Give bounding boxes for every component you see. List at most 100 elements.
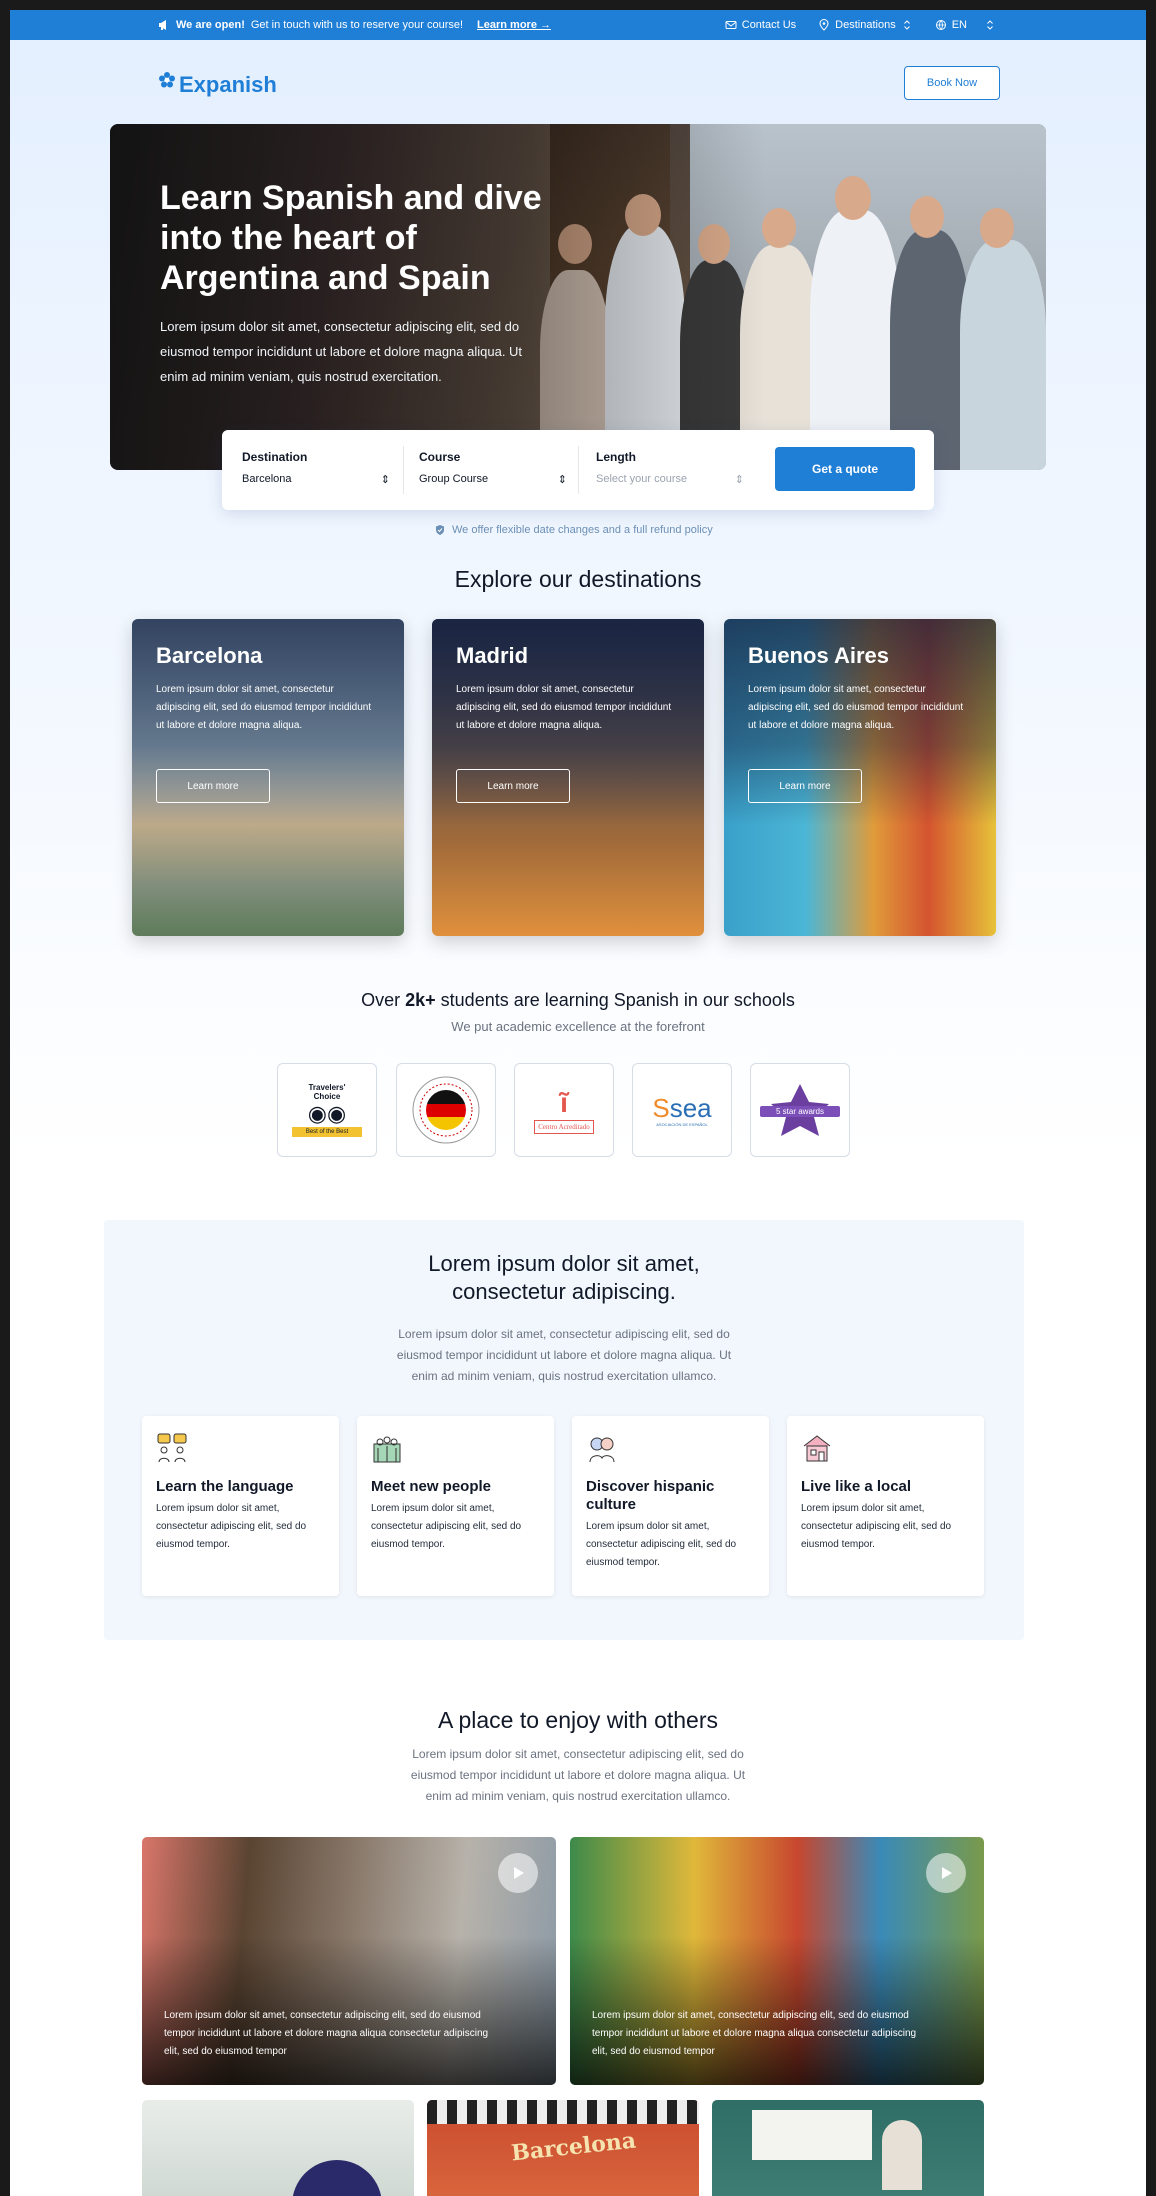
length-label: Length [596, 450, 636, 464]
course-select[interactable]: Course Group Course ⇕ [419, 450, 579, 486]
destination-name: Madrid [456, 643, 529, 668]
feature-title: Live like a local [801, 1478, 912, 1495]
destination-description: Lorem ipsum dolor sit amet, consectetur … [456, 684, 672, 731]
destination-name: Barcelona [156, 643, 263, 668]
feature-card-culture: Discover hispanic culture Lorem ipsum do… [572, 1416, 769, 1596]
badge-ribbon: Best of the Best [292, 1127, 362, 1137]
destination-card-buenos-aires[interactable]: Buenos Aires Lorem ipsum dolor sit amet,… [724, 619, 996, 936]
feature-title: Meet new people [371, 1478, 492, 1495]
brand-name: Expanish [179, 72, 277, 97]
hero-banner: Learn Spanish and dive into the heart of… [110, 124, 1046, 470]
destination-value: Barcelona ⇕ [242, 473, 402, 486]
brand-logo[interactable]: Expanish [158, 66, 277, 98]
flower-logo-icon [158, 69, 176, 95]
students-post: students are learning Spanish in our sch… [435, 990, 795, 1010]
announcement-learn-more-link[interactable]: Learn more → [477, 19, 551, 31]
features-lead: Lorem ipsum dolor sit amet, consectetur … [104, 1324, 1024, 1387]
enjoy-lead-line: Lorem ipsum dolor sit amet, consectetur … [412, 1747, 744, 1761]
destination-card-madrid[interactable]: Madrid Lorem ipsum dolor sit amet, conse… [432, 619, 704, 936]
get-a-quote-button[interactable]: Get a quote [775, 447, 915, 491]
features-section: Lorem ipsum dolor sit amet, consectetur … [104, 1220, 1024, 1640]
classroom-person [882, 2120, 922, 2190]
features-title-line1: Lorem ipsum dolor sit amet, [428, 1251, 700, 1276]
enjoy-lead-line: eiusmod tempor incididunt ut labore et d… [410, 1768, 746, 1782]
cervantes-label: Centro Acreditado [534, 1120, 594, 1134]
contact-us-link[interactable]: Contact Us [725, 19, 796, 31]
announcement-bar: We are open! Get in touch with us to res… [10, 10, 1146, 40]
destinations-dropdown[interactable]: Destinations [818, 19, 913, 31]
announcement-bold: We are open! [176, 19, 245, 31]
sea-text: sea [669, 1092, 712, 1123]
feature-title: Learn the language [156, 1478, 294, 1495]
features-lead-line: eiusmod tempor incididunt ut labore et d… [396, 1348, 732, 1362]
hero-title: Learn Spanish and dive into the heart of… [160, 179, 542, 297]
enjoy-title: A place to enjoy with others [438, 1707, 718, 1733]
location-pin-icon [818, 19, 830, 31]
sea-subtitle: ASOCIACIÓN DE ESPAÑOL [656, 1121, 708, 1127]
globe-icon [935, 19, 947, 31]
star-awards-badge: 5 star awards [750, 1063, 850, 1157]
feature-card-language: Learn the language Lorem ipsum dolor sit… [142, 1416, 339, 1596]
destination-card-barcelona[interactable]: Barcelona Lorem ipsum dolor sit amet, co… [132, 619, 404, 936]
language-dropdown[interactable]: EN [935, 19, 996, 31]
german-flag-seal-icon [412, 1076, 480, 1144]
chevron-updown-icon [984, 19, 996, 31]
gallery-photo-classroom[interactable] [712, 2100, 984, 2196]
play-icon [942, 1867, 952, 1879]
divider [578, 446, 579, 494]
sea-badge: Ssea ASOCIACIÓN DE ESPAÑOL [632, 1063, 732, 1157]
play-button[interactable] [926, 1853, 966, 1893]
destinations-label: Destinations [835, 19, 896, 31]
feature-text: Lorem ipsum dolor sit amet, consectetur … [801, 1503, 952, 1550]
features-lead-line: Lorem ipsum dolor sit amet, consectetur … [398, 1327, 730, 1341]
mail-icon [725, 19, 737, 31]
gallery-photo-barcelona-sign[interactable]: Barcelona [427, 2100, 699, 2196]
students-heading: Over 2k+ students are learning Spanish i… [10, 990, 1146, 1011]
length-select[interactable]: Length Select your course ⇕ [596, 450, 756, 486]
badge-line2: Choice [313, 1092, 341, 1101]
hero-description: Lorem ipsum dolor sit amet, consectetur … [160, 319, 523, 384]
german-seal-badge [396, 1063, 496, 1157]
refund-policy-text: We offer flexible date changes and a ful… [452, 524, 713, 536]
cervantes-logo-icon: ĩ [560, 1087, 568, 1118]
learn-more-button[interactable]: Learn more [156, 769, 270, 803]
course-search-box: Destination Barcelona ⇕ Course Group Cour… [222, 430, 934, 510]
video-card-caminito[interactable]: Lorem ipsum dolor sit amet, consectetur … [570, 1837, 984, 2085]
house-icon [803, 1435, 831, 1462]
students-subtitle: We put academic excellence at the forefr… [451, 1019, 705, 1034]
divider [403, 446, 404, 494]
video-card-group-street[interactable]: Lorem ipsum dolor sit amet, consectetur … [142, 1837, 556, 2085]
gallery-photo-lounge[interactable] [142, 2100, 414, 2196]
feature-card-local: Live like a local Lorem ipsum dolor sit … [787, 1416, 984, 1596]
course-label: Course [419, 450, 461, 464]
students-count: 2k+ [405, 990, 436, 1010]
language-label: EN [951, 19, 967, 31]
chevron-updown-icon: ⇕ [380, 474, 390, 486]
learn-more-button[interactable]: Learn more [748, 769, 862, 803]
refund-policy-note: We offer flexible date changes and a ful… [434, 524, 713, 536]
learn-more-button[interactable]: Learn more [456, 769, 570, 803]
chevron-updown-icon: ⇕ [557, 474, 567, 486]
chevron-updown-icon [901, 19, 913, 31]
video-caption: Lorem ipsum dolor sit amet, consectetur … [164, 2010, 489, 2057]
lounge-decor [292, 2160, 382, 2196]
page: We are open! Get in touch with us to res… [10, 10, 1146, 2196]
destination-description: Lorem ipsum dolor sit amet, consectetur … [748, 684, 964, 731]
star-awards-label: 5 star awards [760, 1106, 840, 1117]
course-selected: Group Course [419, 473, 489, 485]
chevron-updown-icon: ⇕ [734, 474, 744, 486]
destination-select[interactable]: Destination Barcelona ⇕ [242, 450, 402, 486]
features-lead-line: enim ad minim veniam, quis nostrud exerc… [411, 1369, 717, 1383]
badge-line1: Travelers' [308, 1083, 346, 1092]
play-button[interactable] [498, 1853, 538, 1893]
book-now-button[interactable]: Book Now [904, 66, 1000, 100]
culture-icon [589, 1437, 615, 1463]
destination-selected: Barcelona [242, 473, 292, 485]
barcelona-neon-sign: Barcelona [509, 2127, 638, 2167]
feature-text: Lorem ipsum dolor sit amet, consectetur … [371, 1503, 522, 1550]
tripadvisor-badge: Travelers' Choice ◉◉ Best of the Best [277, 1063, 377, 1157]
feature-title: Discover hispanic culture [586, 1478, 715, 1513]
shield-check-icon [434, 524, 446, 536]
destination-name: Buenos Aires [748, 643, 890, 668]
megaphone-icon [158, 19, 170, 31]
